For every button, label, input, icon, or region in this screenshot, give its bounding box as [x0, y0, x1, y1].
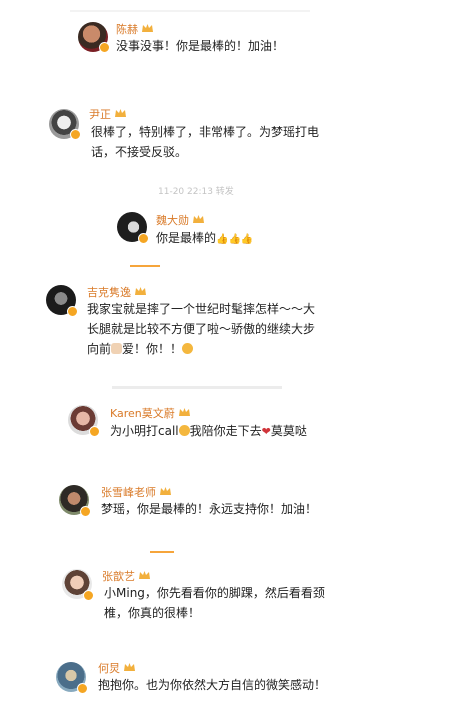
comment-text: 抱抱你。也为你依然大方自信的微笑感动！ [98, 678, 327, 692]
divider [112, 386, 282, 389]
verified-badge-icon [77, 683, 88, 694]
comment-text: 没事没事！你是最棒的！加油！ [116, 39, 285, 53]
verified-badge-icon [80, 506, 91, 517]
comment-text-line: 向前 爱！你！！ [87, 339, 194, 359]
comment-card: 吉克隽逸 我家宝就是摔了一个世纪时髦摔怎样～～大 长腿就是比较不方便了啦～骄傲的… [38, 275, 350, 361]
commenter-name[interactable]: 何炅 [98, 660, 136, 676]
heart-icon: ❤ [261, 425, 271, 438]
crown-icon [160, 487, 171, 495]
verified-badge-icon [83, 590, 94, 601]
kiss-emoji-icon [111, 343, 123, 354]
comment-text-line: 小Ming，你先看看你的脚踝，然后看看颈 [104, 586, 325, 600]
comments-screenshot: 陈赫 没事没事！你是最棒的！加油！ 尹正 很棒了，特别棒了，非常棒了。为梦瑶打电… [0, 0, 461, 701]
crown-icon [135, 287, 146, 295]
comment-card: Karen莫文蔚 为小明打call 我陪你走下去❤莫莫哒 [62, 396, 332, 448]
comment-text-line: 长腿就是比较不方便了啦～骄傲的继续大步 [87, 322, 316, 336]
crown-icon [142, 24, 153, 32]
thumbs-up-icon: 👍👍👍 [216, 234, 254, 245]
crown-icon [115, 109, 126, 117]
timestamp: 11-20 22:13 转发 [158, 187, 234, 197]
verified-badge-icon [67, 306, 78, 317]
crown-icon [139, 571, 150, 579]
commenter-name[interactable]: 魏大勋 [156, 212, 205, 228]
commenter-name[interactable]: 张歆艺 [102, 568, 151, 584]
divider [130, 265, 160, 267]
verified-badge-icon [138, 233, 149, 244]
verified-badge-icon [89, 426, 100, 437]
comment-card: 张歆艺 小Ming，你先看看你的脚踝，然后看看颈 椎，你真的很棒！ [56, 560, 346, 632]
verified-badge-icon [70, 129, 81, 140]
comment-card: 何炅 抱抱你。也为你依然大方自信的微笑感动！ [50, 654, 350, 700]
kiss-emoji-icon [178, 425, 190, 436]
commenter-name[interactable]: 尹正 [89, 106, 127, 122]
crown-icon [178, 408, 190, 416]
kiss-emoji-icon [182, 343, 194, 354]
comment-card: 陈赫 没事没事！你是最棒的！加油！ [70, 12, 310, 62]
comment-card: 尹正 很棒了，特别棒了，非常棒了。为梦瑶打电 话，不接受反驳。 [40, 96, 340, 166]
comment-card: 魏大勋 你是最棒的👍👍👍 [110, 203, 278, 257]
comment-text: 你是最棒的👍👍👍 [156, 231, 254, 245]
comment-text: 为小明打call 我陪你走下去❤莫莫哒 [110, 424, 307, 438]
commenter-name[interactable]: 吉克隽逸 [87, 284, 147, 300]
comment-text-line: 话，不接受反驳。 [91, 145, 188, 159]
comment-text-line: 我家宝就是摔了一个世纪时髦摔怎样～～大 [87, 302, 316, 316]
comment-text: 梦瑶，你是最棒的！永远支持你！加油！ [101, 502, 318, 516]
crown-icon [193, 215, 204, 223]
commenter-name[interactable]: Karen莫文蔚 [110, 405, 191, 421]
crown-icon [124, 663, 135, 671]
verified-badge-icon [99, 42, 110, 53]
comment-text-line: 很棒了，特别棒了，非常棒了。为梦瑶打电 [91, 125, 320, 139]
commenter-name[interactable]: 张雪峰老师 [101, 484, 172, 500]
divider [150, 551, 174, 553]
comment-text-line: 椎，你真的很棒！ [104, 606, 201, 620]
commenter-name[interactable]: 陈赫 [116, 21, 154, 37]
comment-card: 张雪峰老师 梦瑶，你是最棒的！永远支持你！加油！ [54, 476, 342, 526]
